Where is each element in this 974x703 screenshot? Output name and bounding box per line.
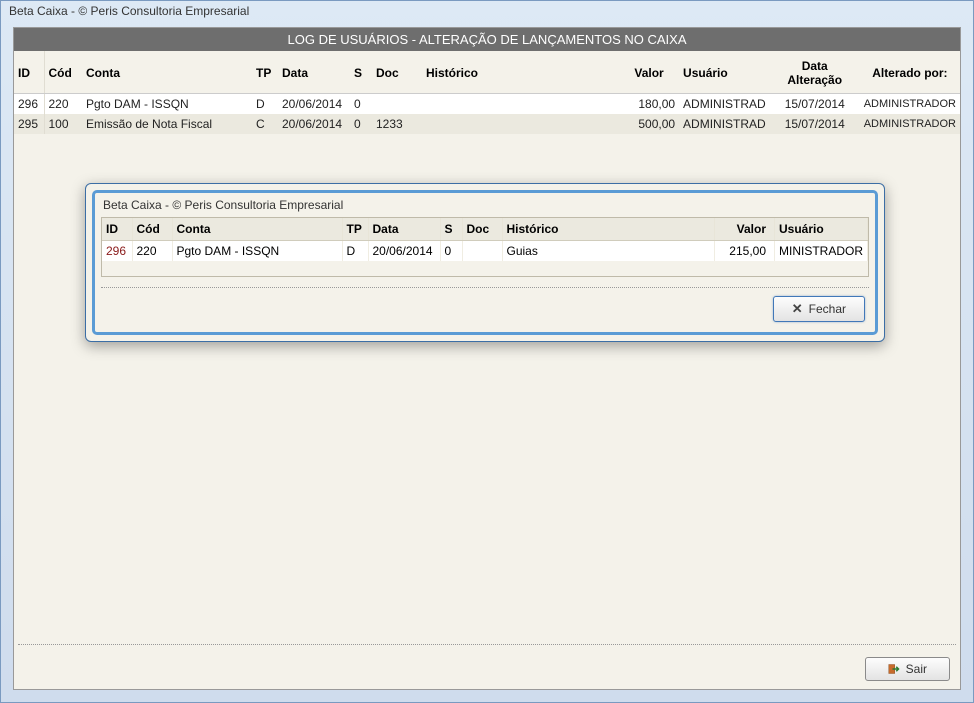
fechar-button[interactable]: ✕ Fechar [773, 296, 865, 322]
table-row[interactable]: 295 100 Emissão de Nota Fiscal C 20/06/2… [14, 114, 960, 134]
dcell-historico: Guias [502, 241, 715, 262]
exit-icon [888, 663, 900, 675]
content-area: LOG DE USUÁRIOS - ALTERAÇÃO DE LANÇAMENT… [13, 27, 961, 690]
dcell-data: 20/06/2014 [368, 241, 440, 262]
page-header: LOG DE USUÁRIOS - ALTERAÇÃO DE LANÇAMENT… [14, 28, 960, 51]
dcell-cod: 220 [132, 241, 172, 262]
close-icon: ✕ [792, 301, 803, 317]
cell-usuario: ADMINISTRAD [679, 94, 770, 115]
log-table: ID Cód Conta TP Data S Doc Histórico Val… [14, 51, 960, 134]
col-s: S [350, 51, 372, 94]
cell-conta: Pgto DAM - ISSQN [82, 94, 252, 115]
detail-dialog: Beta Caixa - © Peris Consultoria Empresa… [85, 183, 885, 342]
dcol-id: ID [102, 218, 132, 241]
table-header-row: ID Cód Conta TP Data S Doc Histórico Val… [14, 51, 960, 94]
col-usuario: Usuário [679, 51, 770, 94]
cell-historico [422, 114, 619, 134]
cell-conta: Emissão de Nota Fiscal [82, 114, 252, 134]
sair-button[interactable]: Sair [865, 657, 950, 681]
dialog-footer: ✕ Fechar [95, 288, 875, 332]
col-cod: Cód [44, 51, 82, 94]
dcell-doc [462, 241, 502, 262]
cell-data-alteracao: 15/07/2014 [770, 114, 860, 134]
cell-data-alteracao: 15/07/2014 [770, 94, 860, 115]
cell-tp: D [252, 94, 278, 115]
fechar-label: Fechar [809, 302, 846, 316]
dcell-conta: Pgto DAM - ISSQN [172, 241, 342, 262]
cell-alterado-por[interactable]: ADMINISTRADOR [860, 114, 960, 134]
col-conta: Conta [82, 51, 252, 94]
col-id: ID [14, 51, 44, 94]
cell-data: 20/06/2014 [278, 114, 350, 134]
detail-row[interactable]: 296 220 Pgto DAM - ISSQN D 20/06/2014 0 … [102, 241, 868, 262]
detail-header-row: ID Cód Conta TP Data S Doc Histórico Val… [102, 218, 868, 241]
dcol-data: Data [368, 218, 440, 241]
dcell-s: 0 [440, 241, 462, 262]
cell-data: 20/06/2014 [278, 94, 350, 115]
col-data-alteracao: Data Alteração [770, 51, 860, 94]
separator [18, 644, 956, 645]
dcell-usuario: MINISTRADOR [775, 241, 868, 262]
dialog-border: Beta Caixa - © Peris Consultoria Empresa… [92, 190, 878, 335]
dcol-doc: Doc [462, 218, 502, 241]
cell-valor: 180,00 [619, 94, 679, 115]
dcol-tp: TP [342, 218, 368, 241]
cell-valor: 500,00 [619, 114, 679, 134]
col-doc: Doc [372, 51, 422, 94]
cell-s: 0 [350, 94, 372, 115]
cell-id: 296 [14, 94, 44, 115]
cell-cod: 220 [44, 94, 82, 115]
window-title: Beta Caixa - © Peris Consultoria Empresa… [1, 1, 973, 23]
col-data: Data [278, 51, 350, 94]
dialog-title: Beta Caixa - © Peris Consultoria Empresa… [95, 193, 875, 217]
cell-historico [422, 94, 619, 115]
dcell-valor: 215,00 [715, 241, 775, 262]
cell-tp: C [252, 114, 278, 134]
dcol-historico: Histórico [502, 218, 715, 241]
dcell-tp: D [342, 241, 368, 262]
sair-label: Sair [906, 662, 927, 676]
dcol-usuario: Usuário [775, 218, 868, 241]
dcol-cod: Cód [132, 218, 172, 241]
cell-id: 295 [14, 114, 44, 134]
dcol-conta: Conta [172, 218, 342, 241]
col-tp: TP [252, 51, 278, 94]
cell-alterado-por[interactable]: ADMINISTRADOR [860, 94, 960, 115]
cell-cod: 100 [44, 114, 82, 134]
cell-doc [372, 94, 422, 115]
cell-doc: 1233 [372, 114, 422, 134]
detail-table: ID Cód Conta TP Data S Doc Histórico Val… [102, 218, 868, 261]
dcol-s: S [440, 218, 462, 241]
cell-s: 0 [350, 114, 372, 134]
dcell-id: 296 [102, 241, 132, 262]
col-alterado-por: Alterado por: [860, 51, 960, 94]
dcol-valor: Valor [715, 218, 775, 241]
col-historico: Histórico [422, 51, 619, 94]
dialog-content: ID Cód Conta TP Data S Doc Histórico Val… [101, 217, 869, 277]
cell-usuario: ADMINISTRAD [679, 114, 770, 134]
col-valor: Valor [619, 51, 679, 94]
main-window: Beta Caixa - © Peris Consultoria Empresa… [0, 0, 974, 703]
table-row[interactable]: 296 220 Pgto DAM - ISSQN D 20/06/2014 0 … [14, 94, 960, 115]
